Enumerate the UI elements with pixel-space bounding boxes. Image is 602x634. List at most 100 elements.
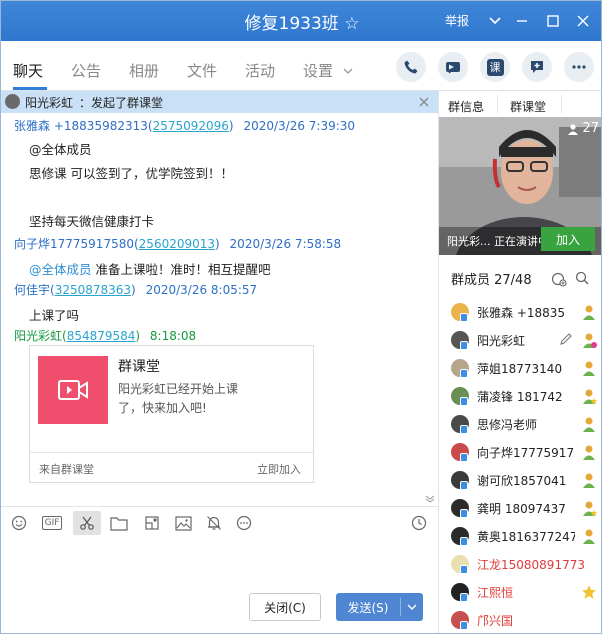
phone-call-button[interactable] [396,52,426,82]
member-role-icon [583,445,595,460]
sender-qq-link[interactable]: 2575092096 [153,119,229,133]
tab-group-class[interactable]: 群课堂 [510,98,546,115]
tab-announcement[interactable]: 公告 [71,60,101,81]
device-badge [460,341,468,350]
notice-sender: 阳光彩虹 [25,96,74,110]
message-time: 2020/3/26 7:58:58 [229,237,342,251]
tab-settings[interactable]: 设置 [303,60,353,81]
scissors-icon[interactable] [73,511,101,535]
mention-all[interactable]: @全体成员 [29,262,92,277]
maximize-icon[interactable] [537,1,569,41]
sender-qq-link[interactable]: 3250878363 [55,283,131,297]
chevron-down-icon[interactable] [407,604,417,611]
gif-icon[interactable]: GIF [39,513,65,533]
message-time: 8:18:08 [149,329,197,343]
add-message-button[interactable] [522,52,552,82]
member-name: 江龙15080891773 [477,558,585,572]
group-class-card[interactable]: 群课堂 阳光彩虹已经开始上课 了，快来加入吧! 来自群课堂 立即加入 [29,345,314,483]
message-line: 思修课 可以签到了，优学院签到！！ [29,166,233,181]
member-name: 向子烨17775917 [477,446,575,460]
card-join-link[interactable]: 立即加入 [257,461,301,477]
class-icon: 课 [486,58,504,76]
member-row[interactable]: 蒲凌锋 181742 [451,381,601,409]
more-options-button[interactable] [564,52,594,82]
sender-name[interactable]: 阳光彩虹( [14,329,67,343]
member-row[interactable]: 萍姐18773140 [451,353,601,381]
device-badge [460,565,468,574]
message-text: 准备上课啦！准时！相互提醒吧 [91,262,271,277]
sender-name[interactable]: 何佳宇( [14,283,55,297]
notice-text: ：发起了群课堂 [79,96,164,110]
chat-message-area[interactable]: 张雅森 +18835982313(2575092096) 2020/3/26 7… [1,113,438,507]
send-button[interactable]: 发送(S) [336,593,423,621]
live-class-video[interactable]: 27 阳光彩... 正在演讲中 加入 [439,117,601,255]
member-name: 龚明 18097437 [477,502,566,516]
owner-role-icon [583,333,597,348]
invite-members-icon[interactable] [551,271,567,287]
viewer-count: 27 [567,121,599,136]
card-desc-line: 阳光彩虹已经开始上课 [118,382,239,396]
tab-bar: 聊天 公告 相册 文件 活动 设置 课 [1,41,601,91]
live-caption: 阳光彩... 正在演讲中 [447,235,543,248]
sticker-icon[interactable] [141,513,163,533]
close-icon[interactable] [419,97,429,107]
more-icon [572,65,586,69]
image-icon[interactable] [172,513,194,533]
member-row[interactable]: 阳光彩虹 [451,325,601,353]
member-row[interactable]: 江龙15080891773 [451,549,601,577]
tab-album[interactable]: 相册 [129,60,159,81]
message-header: 阳光彩虹(854879584) 8:18:08 [14,327,196,344]
bell-icon[interactable] [203,513,225,533]
tab-group-info[interactable]: 群信息 [448,98,484,115]
card-source: 来自群课堂 [39,463,94,476]
tab-files[interactable]: 文件 [187,60,217,81]
sender-name[interactable]: 张雅森 [14,119,50,133]
people-icon [568,123,579,135]
admin-role-icon [583,389,597,404]
group-side-panel: 群信息 群课堂 27 阳光彩... 正在演讲中 加入 群成员 27/48 张雅森… [438,91,601,633]
emoji-icon[interactable] [8,513,30,533]
member-row[interactable]: 谢可欣1857041 [451,465,601,493]
close-button[interactable]: 关闭(C) [249,593,321,621]
more-icon[interactable] [233,513,255,533]
member-row[interactable]: 向子烨17775917 [451,437,601,465]
message-time: 2020/3/26 7:39:30 [243,119,356,133]
member-row[interactable]: 张雅森 +18835 [451,297,601,325]
report-link[interactable]: 举报 [445,12,469,29]
sender-name[interactable]: 向子烨17775917580( [14,237,139,251]
device-badge [460,453,468,462]
join-class-button[interactable]: 加入 [541,227,595,251]
sender-qq-link[interactable]: 854879584 [67,329,136,343]
group-class-button[interactable]: 课 [480,52,510,82]
member-name: 蒲凌锋 181742 [477,390,563,404]
member-row[interactable]: 龚明 18097437 [451,493,601,521]
group-class-notice-bar[interactable]: 阳光彩虹 ：发起了群课堂 [1,91,438,113]
chevron-down-icon[interactable] [425,495,435,503]
history-icon[interactable] [408,513,430,533]
message-header: 向子烨17775917580(2560209013) 2020/3/26 7:5… [14,235,341,252]
message-line: @全体成员 准备上课啦！准时！相互提醒吧 [29,259,271,278]
member-row[interactable]: 思修冯老师 [451,409,601,437]
member-row[interactable]: 黄奥1816377247 [451,521,601,549]
sender-qq-link[interactable]: 2560209013 [139,237,215,251]
close-icon[interactable] [567,1,599,41]
search-icon[interactable] [575,271,589,285]
input-toolbar: GIF [1,507,438,539]
paren-close: ) [135,329,141,343]
tab-chat[interactable]: 聊天 [13,60,43,81]
edit-icon[interactable] [559,332,573,346]
star-icon [582,585,596,599]
add-message-icon [531,61,543,73]
member-row[interactable]: 邝兴国 [451,605,601,633]
device-badge [460,621,468,630]
video-call-button[interactable] [438,52,468,82]
tab-activities[interactable]: 活动 [245,60,275,81]
member-row[interactable]: 江熙恒 [451,577,601,605]
folder-icon[interactable] [108,513,130,533]
video-call-icon [446,62,460,74]
message-header: 张雅森 +18835982313(2575092096) 2020/3/26 7… [14,117,355,134]
device-badge [460,593,468,602]
video-camera-icon [58,380,88,400]
chevron-down-icon [343,68,353,74]
minimize-icon[interactable] [506,1,538,41]
